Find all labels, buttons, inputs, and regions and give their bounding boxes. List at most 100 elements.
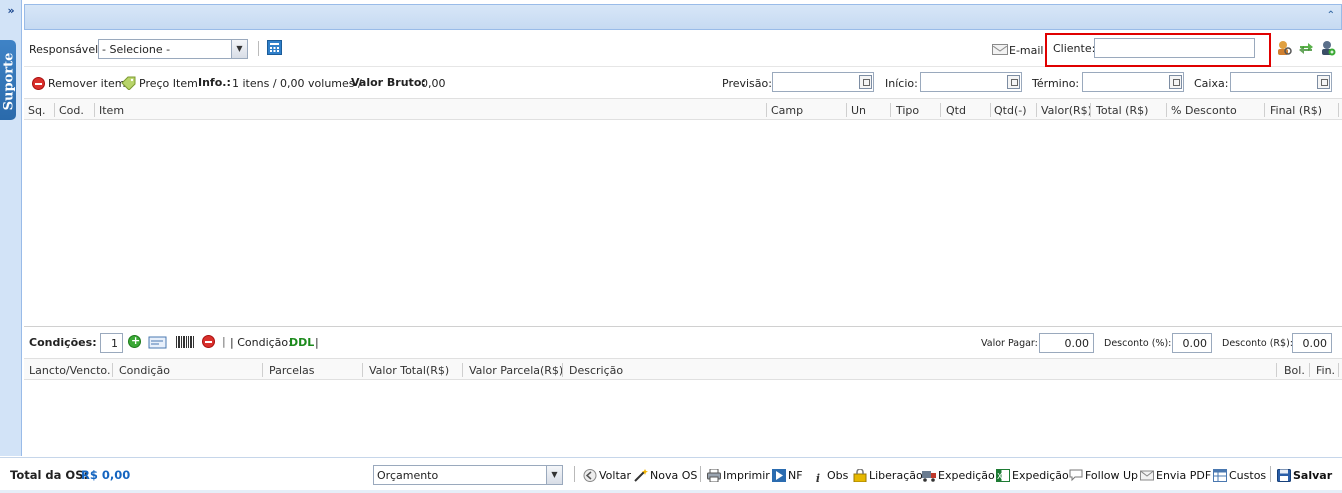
client-search-icon[interactable] (1276, 40, 1292, 56)
column-header[interactable]: % Desconto (1171, 104, 1237, 117)
printer-icon (707, 468, 721, 483)
column-header[interactable]: Tipo (896, 104, 919, 117)
column-header[interactable]: Condição (119, 364, 170, 377)
voltar-label: Voltar (599, 469, 632, 482)
column-header[interactable]: Camp (771, 104, 803, 117)
imprimir-button[interactable]: Imprimir (707, 468, 770, 483)
custos-button[interactable]: Custos (1213, 469, 1266, 482)
back-icon (583, 469, 597, 482)
previsao-date-input[interactable] (772, 72, 874, 92)
condicoes-count-input[interactable]: 1 (100, 333, 123, 353)
preco-item-button[interactable]: Preço Item (139, 77, 198, 90)
calendar-icon[interactable] (859, 75, 872, 89)
refresh-icon[interactable] (1298, 40, 1314, 56)
follow-up-button[interactable]: Follow Up (1069, 469, 1138, 482)
liberacao-button[interactable]: Liberação (853, 468, 923, 483)
valor-pagar-input[interactable]: 0.00 (1039, 333, 1094, 353)
barcode-icon[interactable] (176, 336, 194, 348)
column-header[interactable]: Cod. (59, 104, 84, 117)
suporte-tab[interactable]: Suporte (0, 40, 17, 120)
play-icon (772, 469, 786, 482)
column-header[interactable]: Valor Parcela(R$) (469, 364, 563, 377)
obs-label: Obs (827, 469, 849, 482)
column-divider (94, 103, 95, 117)
footer-toolbar: Total da OS: R$ 0,00 Orçamento ▼ Voltar … (0, 457, 1342, 491)
termino-label: Término: (1032, 77, 1080, 90)
custos-label: Custos (1229, 469, 1267, 482)
collapse-icon[interactable]: ⌃ (1327, 10, 1335, 21)
nova-os-button[interactable]: Nova OS (634, 469, 697, 482)
column-header[interactable]: Parcelas (269, 364, 315, 377)
column-header[interactable]: Sq. (28, 104, 45, 117)
info-icon: i (815, 472, 821, 485)
payments-table-body[interactable] (24, 381, 1342, 456)
responsavel-label: Responsável: (29, 43, 102, 56)
desconto-pct-label: Desconto (%): (1104, 338, 1172, 349)
column-header[interactable]: Qtd (946, 104, 966, 117)
caixa-date-input[interactable] (1230, 72, 1332, 92)
envia-pdf-button[interactable]: Envia PDF (1140, 469, 1211, 482)
salvar-label: Salvar (1293, 469, 1333, 482)
total-value: R$ 0,00 (81, 468, 131, 482)
column-divider (462, 363, 463, 377)
column-header[interactable]: Qtd(-) (994, 104, 1027, 117)
conditions-row: Condições: 1 | | Condição: DDL | Valor P… (24, 326, 1342, 357)
desconto-rs-input[interactable]: 0.00 (1292, 333, 1332, 353)
column-divider (54, 103, 55, 117)
column-header[interactable]: Fin. (1316, 364, 1335, 377)
calculator-icon[interactable] (267, 40, 282, 55)
divider (1270, 466, 1271, 482)
calendar-icon[interactable] (1169, 75, 1182, 89)
obs-button[interactable]: i Obs (811, 469, 848, 485)
email-label[interactable]: E-mail (1009, 44, 1044, 57)
column-header[interactable]: Valor Total(R$) (369, 364, 449, 377)
column-header[interactable]: Item (99, 104, 124, 117)
chat-bubble-icon (1069, 469, 1083, 482)
column-header[interactable]: Valor(R$) (1041, 104, 1092, 117)
expedicao-sheet-button[interactable]: X Expedição (996, 469, 1069, 482)
column-header[interactable]: Total (R$) (1096, 104, 1148, 117)
expedicao-truck-button[interactable]: Expedição (922, 469, 995, 482)
column-header[interactable]: Lancto/Vencto. (29, 364, 110, 377)
svg-text:X: X (997, 472, 1003, 481)
info-label: Info.: (198, 76, 231, 89)
column-header[interactable]: Bol. (1284, 364, 1305, 377)
condicao-end: | (315, 336, 319, 349)
calendar-icon[interactable] (1007, 75, 1020, 89)
column-header[interactable]: Un (851, 104, 866, 117)
expand-sidebar-icon[interactable]: » (0, 4, 22, 24)
email-icon[interactable] (992, 44, 1008, 55)
add-client-icon[interactable] (1320, 40, 1336, 56)
calendar-icon[interactable] (1317, 75, 1330, 89)
column-divider (1338, 103, 1339, 117)
envelope-icon (1140, 469, 1154, 482)
divider (574, 466, 575, 482)
nf-label: NF (788, 469, 803, 482)
liberacao-label: Liberação (869, 469, 923, 482)
termino-date-input[interactable] (1082, 72, 1184, 92)
valor-bruto-label: Valor Bruto: (351, 76, 426, 89)
nf-button[interactable]: NF (772, 469, 803, 482)
suporte-label: Suporte (1, 52, 17, 111)
magic-wand-icon (634, 469, 648, 482)
column-divider (1090, 103, 1091, 117)
column-header[interactable]: Final (R$) (1270, 104, 1322, 117)
remove-condition-icon[interactable] (202, 335, 215, 348)
card-icon[interactable] (148, 335, 168, 349)
column-header[interactable]: Descrição (569, 364, 623, 377)
desconto-rs-label: Desconto (R$): (1222, 338, 1293, 349)
items-table-body[interactable] (24, 121, 1342, 325)
spreadsheet-icon: X (996, 469, 1010, 482)
responsavel-value: - Selecione - (102, 43, 171, 56)
responsavel-select[interactable]: - Selecione - ▼ (98, 39, 248, 59)
lock-icon (853, 468, 867, 483)
status-select[interactable]: Orçamento ▼ (373, 465, 563, 485)
imprimir-label: Imprimir (723, 469, 770, 482)
remove-item-button[interactable]: Remover item (48, 77, 126, 90)
add-condition-icon[interactable] (128, 334, 141, 348)
items-table-header: Sq. Cod. Item Camp Un Tipo Qtd Qtd(-) Va… (24, 98, 1342, 120)
salvar-button[interactable]: Salvar (1277, 469, 1332, 482)
voltar-button[interactable]: Voltar (583, 469, 631, 482)
inicio-date-input[interactable] (920, 72, 1022, 92)
desconto-pct-input[interactable]: 0.00 (1172, 333, 1212, 353)
